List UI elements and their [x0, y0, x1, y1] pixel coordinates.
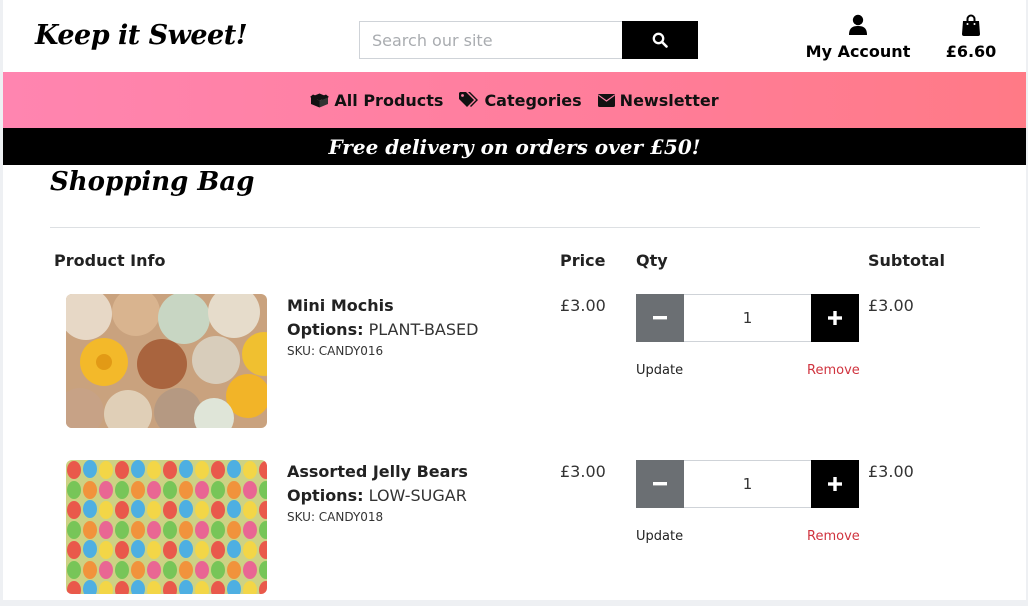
tags-icon — [459, 92, 479, 107]
options-value: PLANT-BASED — [368, 320, 479, 339]
table-row: Mini Mochis Options: PLANT-BASED SKU: CA… — [3, 294, 1026, 434]
options-label: Options: — [287, 320, 364, 339]
plus-icon — [828, 477, 842, 491]
header-qty: Qty — [636, 251, 668, 270]
quantity-input[interactable] — [684, 294, 811, 342]
increase-qty-button[interactable] — [811, 460, 859, 508]
product-image-assorted-jelly-bears[interactable] — [66, 460, 267, 594]
product-name[interactable]: Assorted Jelly Bears — [287, 462, 468, 481]
header-product-info: Product Info — [54, 251, 166, 270]
nav-newsletter-label: Newsletter — [619, 90, 719, 110]
remove-link[interactable]: Remove — [807, 529, 860, 544]
quantity-input[interactable] — [684, 460, 811, 508]
product-name[interactable]: Mini Mochis — [287, 296, 394, 315]
options-label: Options: — [287, 486, 364, 505]
bag-total: £6.60 — [945, 42, 997, 61]
product-sku: SKU: CANDY018 — [287, 510, 384, 524]
quantity-stepper — [636, 294, 859, 342]
product-image-mini-mochis[interactable] — [66, 294, 267, 428]
page: Keep it Sweet! My Account — [3, 0, 1026, 600]
nav-categories-label: Categories — [484, 90, 582, 110]
product-subtotal: £3.00 — [868, 296, 914, 315]
search-button[interactable] — [622, 21, 698, 59]
update-link[interactable]: Update — [636, 363, 683, 378]
promo-banner: Free delivery on orders over £50! — [3, 128, 1026, 165]
update-link[interactable]: Update — [636, 529, 683, 544]
product-sku: SKU: CANDY016 — [287, 344, 384, 358]
nav-all-products[interactable]: All Products — [310, 91, 443, 110]
decrease-qty-button[interactable] — [636, 460, 684, 508]
shopping-bag-link[interactable]: £6.60 — [939, 14, 1003, 61]
product-price: £3.00 — [560, 296, 606, 315]
table-row: Assorted Jelly Bears Options: LOW-SUGAR … — [3, 460, 1026, 600]
product-price: £3.00 — [560, 462, 606, 481]
my-account-label: My Account — [805, 42, 911, 61]
divider — [50, 227, 980, 228]
minus-icon — [653, 482, 667, 486]
decrease-qty-button[interactable] — [636, 294, 684, 342]
options-value: LOW-SUGAR — [368, 486, 467, 505]
header: Keep it Sweet! My Account — [3, 0, 1026, 72]
nav-all-products-label: All Products — [334, 90, 444, 110]
user-icon — [849, 14, 867, 35]
search-icon — [652, 32, 668, 48]
header-price: Price — [560, 251, 606, 270]
minus-icon — [653, 316, 667, 320]
envelope-icon — [597, 93, 615, 107]
product-options: Options: LOW-SUGAR — [287, 486, 467, 505]
increase-qty-button[interactable] — [811, 294, 859, 342]
nav-categories[interactable]: Categories — [459, 90, 582, 110]
main-nav: All Products Categories Newsletter — [3, 72, 1026, 128]
nav-newsletter[interactable]: Newsletter — [597, 90, 719, 110]
search-bar — [359, 21, 698, 59]
page-title: Shopping Bag — [50, 167, 255, 197]
my-account-link[interactable]: My Account — [803, 14, 913, 61]
product-options: Options: PLANT-BASED — [287, 320, 478, 339]
quantity-stepper — [636, 460, 859, 508]
product-subtotal: £3.00 — [868, 462, 914, 481]
search-input[interactable] — [359, 21, 622, 59]
site-logo[interactable]: Keep it Sweet! — [35, 20, 248, 51]
header-subtotal: Subtotal — [868, 251, 945, 270]
plus-icon — [828, 311, 842, 325]
remove-link[interactable]: Remove — [807, 363, 860, 378]
boxes-icon — [310, 93, 330, 107]
shopping-bag-icon — [962, 14, 980, 36]
